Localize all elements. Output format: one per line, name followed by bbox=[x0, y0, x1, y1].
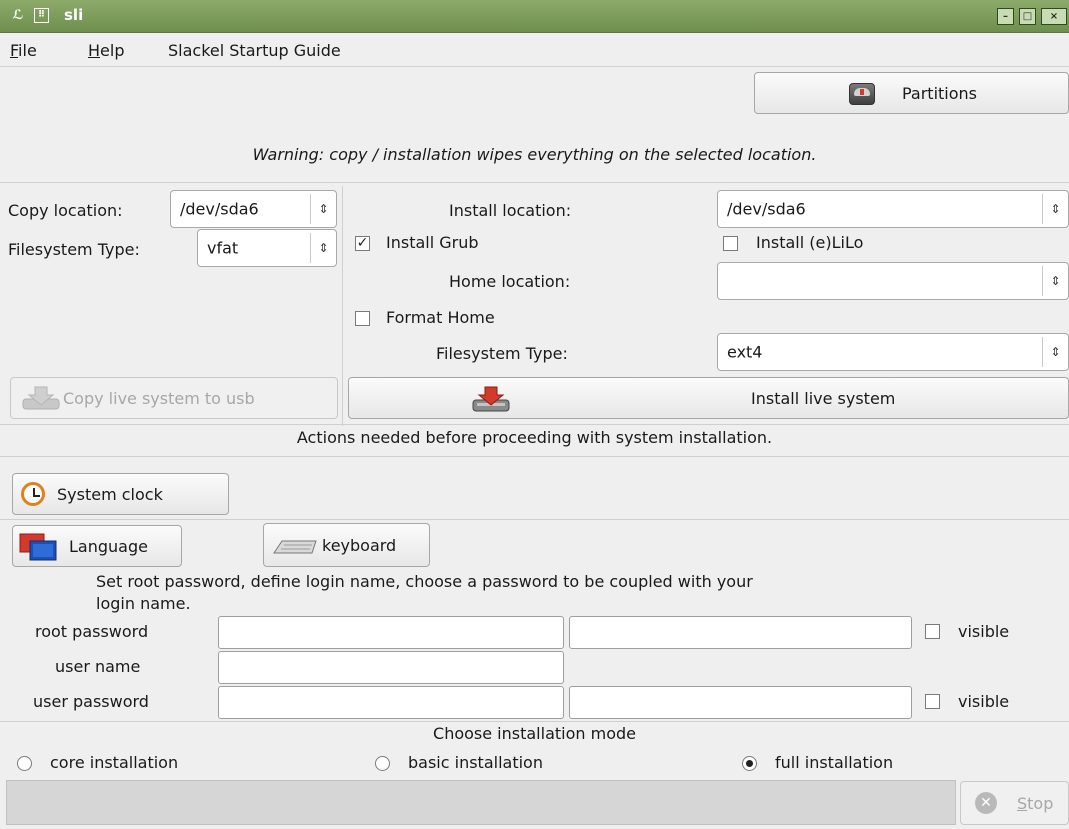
install-location-combo[interactable]: /dev/sda6 ⇕ bbox=[717, 190, 1069, 228]
close-button[interactable]: × bbox=[1041, 8, 1067, 25]
install-live-system-label: Install live system bbox=[751, 389, 896, 408]
password-instructions-cont: login name. bbox=[96, 594, 191, 613]
partitions-button-label: Partitions bbox=[901, 83, 977, 103]
install-disabled-icon bbox=[22, 386, 60, 410]
separator bbox=[342, 186, 343, 426]
root-password-input[interactable] bbox=[218, 616, 564, 649]
stop-icon: ✕ bbox=[975, 792, 997, 814]
copy-location-combo[interactable]: /dev/sda6 ⇕ bbox=[170, 190, 337, 228]
install-location-label: Install location: bbox=[449, 201, 572, 220]
install-filesystem-value: ext4 bbox=[727, 342, 763, 362]
keyboard-button[interactable]: keyboard bbox=[263, 523, 430, 567]
progress-bar bbox=[6, 780, 956, 825]
user-password-confirm-input[interactable] bbox=[569, 686, 912, 719]
clock-icon bbox=[21, 482, 45, 506]
combo-arrows-icon: ⇕ bbox=[310, 194, 336, 224]
combo-arrows-icon: ⇕ bbox=[310, 233, 336, 263]
partitions-button[interactable]: Partitions bbox=[754, 72, 1069, 114]
format-home-label: Format Home bbox=[386, 308, 495, 327]
separator bbox=[0, 456, 1069, 457]
copy-to-usb-button[interactable]: Copy live system to usb bbox=[10, 377, 338, 419]
install-grub-label: Install Grub bbox=[386, 233, 479, 252]
install-filesystem-label: Filesystem Type: bbox=[436, 344, 568, 363]
root-visible-checkbox[interactable] bbox=[925, 624, 940, 639]
core-installation-radio[interactable] bbox=[17, 756, 32, 771]
language-label: Language bbox=[69, 537, 148, 556]
password-instructions: Set root password, define login name, ch… bbox=[96, 572, 753, 591]
copy-filesystem-value: vfat bbox=[207, 238, 239, 258]
full-installation-radio[interactable] bbox=[742, 756, 757, 771]
user-visible-checkbox[interactable] bbox=[925, 694, 940, 709]
copy-to-usb-label: Copy live system to usb bbox=[63, 388, 255, 408]
root-password-label: root password bbox=[35, 622, 149, 641]
system-clock-label: System clock bbox=[57, 484, 163, 504]
stop-mnemonic: S bbox=[1017, 794, 1028, 813]
window-menu-icon[interactable]: ⠿ bbox=[34, 8, 49, 23]
user-password-input[interactable] bbox=[218, 686, 564, 719]
user-password-label: user password bbox=[33, 692, 149, 711]
user-name-input[interactable] bbox=[218, 651, 564, 684]
window-title: sli bbox=[64, 6, 84, 24]
app-logo-icon[interactable]: ℒ bbox=[10, 8, 26, 24]
root-visible-label: visible bbox=[958, 622, 1010, 641]
home-location-combo[interactable]: ⇕ bbox=[717, 262, 1069, 300]
keyboard-label: keyboard bbox=[322, 536, 397, 555]
install-icon bbox=[472, 386, 510, 412]
basic-installation-radio[interactable] bbox=[375, 756, 390, 771]
format-home-checkbox[interactable] bbox=[355, 311, 370, 326]
copy-location-label: Copy location: bbox=[8, 201, 123, 220]
menu-file[interactable]: File bbox=[10, 41, 37, 60]
full-installation-label: full installation bbox=[775, 753, 894, 772]
keyboard-icon bbox=[273, 540, 317, 554]
user-visible-label: visible bbox=[958, 692, 1010, 711]
core-installation-label: core installation bbox=[50, 753, 179, 772]
basic-installation-label: basic installation bbox=[408, 753, 543, 772]
stop-label: top bbox=[1027, 794, 1054, 813]
separator bbox=[0, 182, 1069, 183]
disk-icon bbox=[849, 83, 875, 105]
language-button[interactable]: Language bbox=[12, 525, 182, 567]
separator bbox=[0, 424, 1069, 425]
mode-header: Choose installation mode bbox=[433, 724, 636, 743]
copy-filesystem-label: Filesystem Type: bbox=[8, 240, 140, 259]
minimize-button[interactable]: – bbox=[997, 8, 1014, 25]
copy-location-value: /dev/sda6 bbox=[180, 199, 259, 219]
install-lilo-checkbox[interactable] bbox=[723, 236, 738, 251]
home-location-label: Home location: bbox=[449, 272, 571, 291]
install-live-system-button[interactable]: Install live system bbox=[348, 377, 1069, 419]
install-lilo-label: Install (e)LiLo bbox=[756, 233, 864, 252]
combo-arrows-icon: ⇕ bbox=[1042, 337, 1068, 367]
title-bar[interactable]: ℒ ⠿ sli – □ × bbox=[0, 0, 1069, 33]
menu-startup-guide[interactable]: Slackel Startup Guide bbox=[168, 41, 341, 60]
install-grub-checkbox[interactable]: ✓ bbox=[355, 236, 370, 251]
copy-filesystem-combo[interactable]: vfat ⇕ bbox=[197, 229, 337, 267]
maximize-button[interactable]: □ bbox=[1019, 8, 1036, 25]
user-name-label: user name bbox=[55, 657, 141, 676]
separator bbox=[0, 519, 1069, 520]
stop-button[interactable]: ✕ Stop bbox=[960, 781, 1069, 825]
menu-bar: File Help Slackel Startup Guide bbox=[0, 34, 1069, 67]
actions-header: Actions needed before proceeding with sy… bbox=[296, 428, 773, 447]
separator bbox=[0, 721, 1069, 722]
install-location-value: /dev/sda6 bbox=[727, 199, 806, 219]
combo-arrows-icon: ⇕ bbox=[1042, 194, 1068, 224]
warning-text: Warning: copy / installation wipes every… bbox=[252, 145, 817, 164]
install-filesystem-combo[interactable]: ext4 ⇕ bbox=[717, 333, 1069, 371]
app-window: ℒ ⠿ sli – □ × File Help Slackel Startup … bbox=[0, 0, 1069, 829]
combo-arrows-icon: ⇕ bbox=[1042, 266, 1068, 296]
language-icon bbox=[19, 533, 57, 561]
system-clock-button[interactable]: System clock bbox=[12, 473, 229, 515]
root-password-confirm-input[interactable] bbox=[569, 616, 912, 649]
menu-help[interactable]: Help bbox=[88, 41, 124, 60]
